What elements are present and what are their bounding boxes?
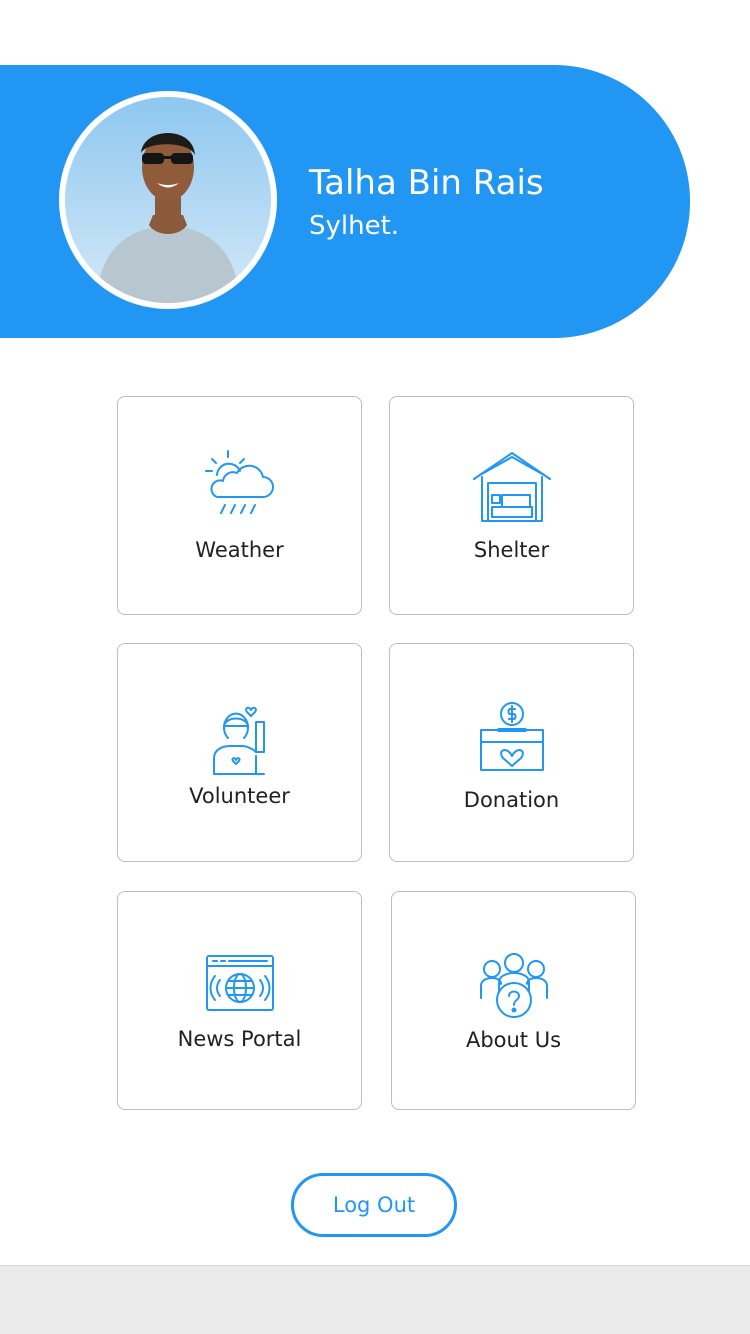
- shelter-card[interactable]: Shelter: [389, 396, 634, 615]
- profile-name: Talha Bin Rais: [309, 163, 544, 203]
- about-us-label: About Us: [465, 1028, 562, 1052]
- shelter-icon: [472, 452, 551, 522]
- donation-card[interactable]: Donation: [389, 643, 634, 862]
- volunteer-card[interactable]: Volunteer: [117, 643, 362, 862]
- bottom-bar: [0, 1265, 750, 1334]
- logout-button[interactable]: Log Out: [291, 1173, 457, 1237]
- volunteer-label: Volunteer: [189, 784, 290, 808]
- shelter-label: Shelter: [473, 538, 550, 562]
- weather-card[interactable]: Weather: [117, 396, 362, 615]
- news-portal-card[interactable]: News Portal: [117, 891, 362, 1110]
- about-us-card[interactable]: About Us: [391, 891, 636, 1110]
- profile-photo-icon: [65, 97, 271, 303]
- about-us-icon: [479, 953, 548, 1018]
- donation-icon: [479, 702, 544, 771]
- weather-label: Weather: [195, 538, 284, 562]
- profile-location: Sylhet.: [309, 211, 400, 241]
- news-portal-label: News Portal: [177, 1027, 302, 1051]
- news-portal-icon: [205, 955, 274, 1011]
- avatar[interactable]: [59, 91, 277, 309]
- donation-label: Donation: [463, 788, 560, 812]
- weather-icon: [204, 450, 274, 514]
- volunteer-icon: [212, 706, 265, 775]
